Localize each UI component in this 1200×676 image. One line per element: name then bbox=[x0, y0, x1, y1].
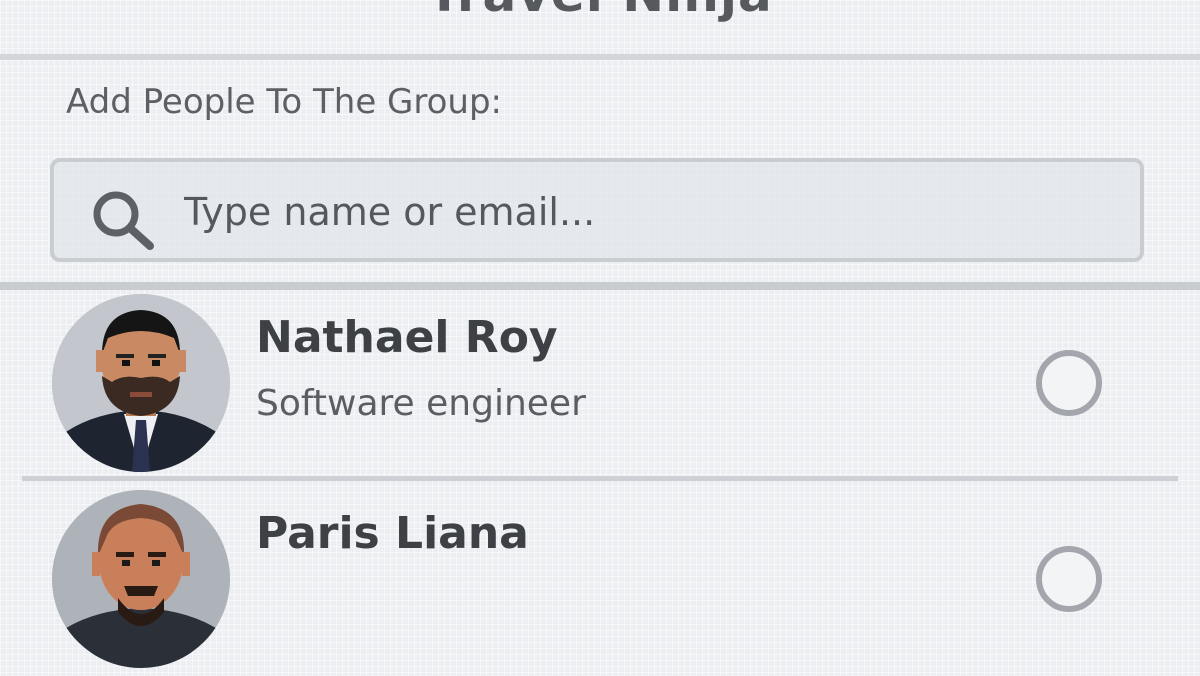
select-radio[interactable] bbox=[1036, 350, 1102, 416]
avatar bbox=[52, 490, 230, 668]
row-divider bbox=[22, 476, 1178, 481]
search-box[interactable] bbox=[50, 158, 1144, 262]
person-name: Nathael Roy bbox=[256, 312, 558, 363]
person-row-paris[interactable]: Paris Liana bbox=[0, 486, 1200, 676]
person-role: Software engineer bbox=[256, 383, 586, 424]
select-radio[interactable] bbox=[1036, 546, 1102, 612]
search-divider bbox=[0, 282, 1200, 290]
app-title: Travel Ninja bbox=[0, 0, 1200, 24]
person-name: Paris Liana bbox=[256, 508, 529, 559]
add-people-label: Add People To The Group: bbox=[66, 82, 503, 122]
search-icon bbox=[88, 188, 160, 252]
person-row-nathael[interactable]: Nathael Roy Software engineer bbox=[0, 290, 1200, 481]
avatar bbox=[52, 294, 230, 472]
search-input[interactable] bbox=[184, 182, 1104, 242]
header-divider bbox=[0, 54, 1200, 60]
